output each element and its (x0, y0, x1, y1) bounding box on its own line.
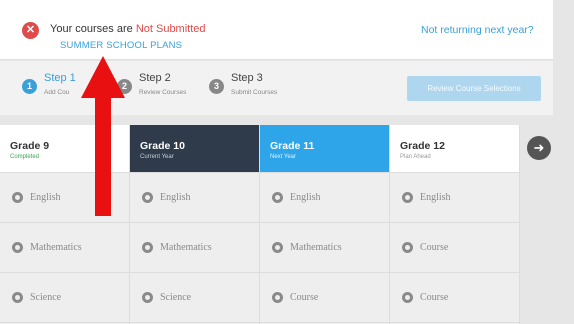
grade-column-12: Grade 12 Plan Ahead English Course Cours… (390, 125, 520, 324)
grade-name: Grade 11 (270, 140, 315, 152)
submission-status: Your courses are Not Submitted (50, 23, 206, 35)
radio-icon (402, 192, 413, 203)
step-subtitle: Add Cou (44, 89, 70, 96)
course-slot[interactable]: Course (390, 273, 519, 323)
course-label: English (290, 192, 321, 203)
step-subtitle: Review Courses (139, 89, 187, 96)
status-prefix: Your courses are (50, 23, 136, 35)
course-label: Science (160, 292, 192, 303)
grade-status: Next Year (270, 154, 297, 160)
grade-column-11: Grade 11 Next Year English Mathematics C… (260, 125, 390, 324)
course-slot[interactable]: English (260, 173, 389, 223)
step-number-icon: 3 (209, 79, 224, 94)
radio-icon (142, 242, 153, 253)
course-slot[interactable]: Mathematics (130, 223, 259, 273)
course-label: Course (420, 292, 449, 303)
grade-name: Grade 12 (400, 140, 445, 152)
radio-icon (272, 292, 283, 303)
radio-icon (272, 242, 283, 253)
course-planner-page: ✕ Your courses are Not Submitted SUMMER … (0, 0, 574, 324)
step-number-icon: 1 (22, 79, 37, 94)
course-label: Science (30, 292, 62, 303)
grade-column-10: Grade 10 Current Year English Mathematic… (130, 125, 260, 324)
step-title: Step 2 (139, 72, 171, 84)
grade-name: Grade 10 (140, 140, 185, 152)
course-slot[interactable]: Mathematics (260, 223, 389, 273)
course-slot[interactable]: English (390, 173, 519, 223)
grade-header[interactable]: Grade 11 Next Year (260, 125, 389, 173)
step-title: Step 3 (231, 72, 263, 84)
arrow-right-icon[interactable]: ➜ (527, 136, 551, 160)
radio-icon (12, 242, 23, 253)
radio-icon (142, 292, 153, 303)
course-label: Course (290, 292, 319, 303)
grade-status: Current Year (140, 154, 174, 160)
review-course-selections-button[interactable]: Review Course Selections (407, 76, 541, 101)
course-label: Course (420, 242, 449, 253)
step-subtitle: Submit Courses (231, 89, 278, 96)
grade-header[interactable]: Grade 10 Current Year (130, 125, 259, 173)
course-label: English (160, 192, 191, 203)
radio-icon (402, 242, 413, 253)
radio-icon (12, 192, 23, 203)
x-circle-icon: ✕ (22, 22, 39, 39)
course-slot[interactable]: English (130, 173, 259, 223)
course-slot[interactable]: Science (0, 273, 129, 323)
grade-status: Plan Ahead (400, 154, 431, 160)
grade-grid: Grade 9 Completed English Mathematics Sc… (0, 125, 520, 324)
course-slot[interactable]: Science (130, 273, 259, 323)
course-label: English (30, 192, 61, 203)
summer-school-plans-link[interactable]: SUMMER SCHOOL PLANS (60, 40, 182, 51)
course-label: Mathematics (160, 242, 212, 253)
course-label: English (420, 192, 451, 203)
status-value: Not Submitted (135, 23, 206, 35)
step-title: Step 1 (44, 72, 76, 84)
radio-icon (12, 292, 23, 303)
course-slot[interactable]: Course (260, 273, 389, 323)
course-label: Mathematics (290, 242, 342, 253)
grade-header[interactable]: Grade 12 Plan Ahead (390, 125, 519, 173)
course-slot[interactable]: Course (390, 223, 519, 273)
radio-icon (402, 292, 413, 303)
red-arrow-annotation (81, 56, 125, 216)
course-slot[interactable]: Mathematics (0, 223, 129, 273)
radio-icon (272, 192, 283, 203)
course-label: Mathematics (30, 242, 82, 253)
not-returning-link[interactable]: Not returning next year? (421, 24, 534, 36)
status-banner: ✕ Your courses are Not Submitted SUMMER … (0, 0, 553, 60)
radio-icon (142, 192, 153, 203)
